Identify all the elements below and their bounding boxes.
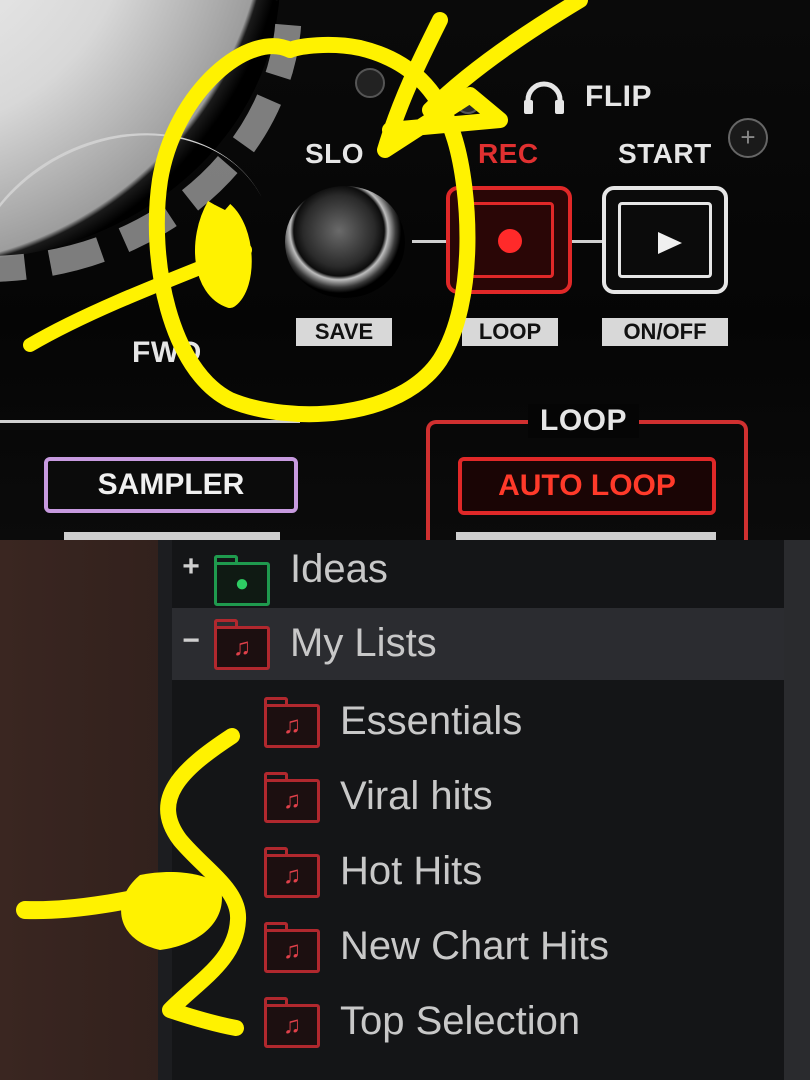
section-divider — [0, 420, 300, 423]
tree-item-label: New Chart Hits — [340, 924, 609, 968]
tree-item-hot-hits[interactable]: ♫ Hot Hits — [172, 836, 784, 908]
tree-item-top-selection[interactable]: ♫ Top Selection — [172, 986, 784, 1058]
auto-loop-label: AUTO LOOP — [498, 469, 676, 502]
slip-label: SLO — [305, 138, 365, 169]
playlist-folder-icon: ♫ — [264, 772, 320, 823]
indicator-dot — [455, 88, 481, 114]
fwd-label: FWD — [132, 336, 202, 369]
scrollbar-track[interactable] — [784, 540, 810, 1080]
collapse-toggle[interactable]: − — [180, 624, 202, 658]
cut-off-label — [64, 532, 280, 540]
lightbulb-folder-icon: ● — [214, 555, 270, 606]
tree-item-label: Viral hits — [340, 774, 493, 818]
play-icon — [658, 232, 682, 254]
playlist-folder-icon: ♫ — [264, 997, 320, 1048]
tree-item-label: Top Selection — [340, 999, 581, 1043]
playlist-folder-icon: ♫ — [264, 922, 320, 973]
loop-sub-label: LOOP — [462, 318, 558, 346]
panel-gutter — [158, 540, 172, 1080]
onoff-label: ON/OFF — [602, 318, 728, 346]
sampler-label: SAMPLER — [97, 468, 245, 501]
expand-toggle[interactable]: + — [180, 550, 202, 584]
tree-item-label: Ideas — [290, 547, 388, 591]
auto-loop-button[interactable]: AUTO LOOP — [458, 457, 716, 515]
flip-label: FLIP — [585, 80, 652, 113]
connector-line — [412, 240, 446, 243]
playlist-folder-icon: ♫ — [264, 847, 320, 898]
tree-item-new-chart-hits[interactable]: ♫ New Chart Hits — [172, 911, 784, 983]
indicator-dot — [355, 68, 385, 98]
loop-section-label: LOOP — [528, 404, 640, 438]
playlist-folder-icon: ♫ — [214, 619, 270, 670]
tree-item-viral-hits[interactable]: ♫ Viral hits — [172, 761, 784, 833]
save-label: SAVE — [296, 318, 392, 346]
headphones-icon — [524, 81, 564, 114]
start-button[interactable] — [602, 186, 728, 294]
sampler-button[interactable]: SAMPLER — [44, 457, 298, 513]
record-dot-icon — [498, 229, 522, 253]
dj-controller-photo: + FLIP SLO REC START FWD SAVE LOOP ON/OF… — [0, 0, 810, 540]
screw-icon: + — [728, 118, 768, 158]
tree-item-my-lists[interactable]: − ♫ My Lists — [172, 608, 784, 680]
library-tree-panel: + ● Ideas − ♫ My Lists ♫ Essentials ♫ Vi… — [0, 540, 810, 1080]
tree-item-label: Hot Hits — [340, 849, 483, 893]
tree-item-essentials[interactable]: ♫ Essentials — [172, 686, 784, 758]
tree-item-ideas[interactable]: + ● Ideas — [172, 540, 784, 612]
tree-item-label: My Lists — [290, 621, 437, 665]
playlist-folder-icon: ♫ — [264, 697, 320, 748]
tree-item-label: Essentials — [340, 699, 523, 743]
slip-knob-button[interactable] — [285, 186, 405, 298]
rec-button[interactable] — [446, 186, 572, 294]
start-label: START — [618, 138, 712, 169]
rec-label: REC — [478, 138, 539, 169]
connector-line — [572, 240, 602, 243]
cut-off-label — [456, 532, 716, 540]
